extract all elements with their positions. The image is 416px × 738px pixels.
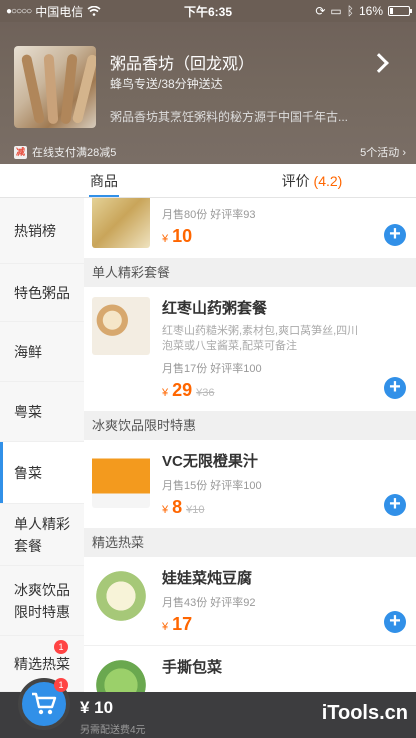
discount-icon: 减 — [14, 145, 27, 159]
food-price: 10 — [172, 226, 193, 246]
add-to-cart-button[interactable]: + — [384, 377, 406, 399]
battery-percent: 16% — [358, 4, 383, 18]
cart-bar[interactable]: 1 ¥ 10 另需配送费4元 iTools.cn — [0, 678, 416, 738]
activities-link[interactable]: 5个活动 › — [360, 144, 406, 160]
tab-goods[interactable]: 商品 — [0, 164, 208, 197]
shop-description: 粥品香坊其烹饪粥料的秘方源于中国千年古... — [110, 110, 349, 124]
signal-icon: ●○○○○ — [6, 5, 32, 17]
status-time: 下午6:35 — [183, 4, 233, 19]
food-item: VC无限橙果汁 月售15份 好评率100 ¥8 ¥10 + — [84, 440, 416, 529]
tab-ratings[interactable]: 评价 (4.2) — [208, 164, 416, 197]
food-sales: 月售43份 好评率92 — [162, 597, 256, 609]
sidebar-item-hot[interactable]: 热销榜 — [0, 198, 84, 264]
food-name: VC无限橙果汁 — [162, 453, 258, 470]
cart-total: ¥ 10 — [80, 698, 114, 717]
food-item-partial: 月售80份 好评率93 ¥10 + — [84, 198, 416, 259]
currency-symbol: ¥ — [162, 233, 169, 245]
currency-symbol: ¥ — [162, 387, 169, 399]
food-name: 手撕包菜 — [162, 659, 223, 676]
cart-button[interactable]: 1 — [18, 678, 70, 730]
shopping-cart-icon — [32, 692, 57, 715]
shop-header[interactable]: 粥品香坊（回龙观） 蜂鸟专送/38分钟送达 粥品香坊其烹饪粥料的秘方源于中国千年… — [0, 22, 416, 164]
food-image — [92, 567, 150, 625]
food-image — [92, 450, 150, 508]
food-list[interactable]: 月售80份 好评率93 ¥10 + 单人精彩套餐 红枣山药粥套餐 红枣山药糙米粥… — [84, 198, 416, 692]
status-bar: ●○○○○ 中国电信 下午6:35 ⟳ ▭ ᛒ 16% — [0, 0, 416, 22]
food-item: 娃娃菜炖豆腐 月售43份 好评率92 ¥17 + — [84, 557, 416, 646]
sidebar-item-label: 单人精彩套餐 — [14, 515, 70, 554]
tab-goods-label: 商品 — [90, 173, 118, 189]
sidebar-item-label: 粤菜 — [14, 403, 42, 420]
food-image — [92, 198, 150, 248]
shop-name: 粥品香坊（回龙观） — [110, 56, 255, 73]
sidebar-item-label: 冰爽饮品限时特惠 — [14, 581, 70, 620]
delivery-info: 蜂鸟专送/38分钟送达 — [110, 77, 223, 91]
food-image — [92, 656, 150, 692]
promo-text: 在线支付满28减5 — [32, 147, 117, 159]
food-sales: 月售17份 好评率100 — [162, 363, 262, 375]
food-price: 8 — [172, 497, 183, 517]
currency-symbol: ¥ — [162, 504, 169, 516]
category-sidebar: 热销榜 特色粥品 海鲜 粤菜 鲁菜 单人精彩套餐 冰爽饮品限时特惠 精选热菜 1 — [0, 198, 84, 692]
bluetooth-icon: ᛒ — [346, 4, 354, 18]
sidebar-item-porridge[interactable]: 特色粥品 — [0, 264, 84, 322]
battery-icon — [388, 6, 412, 16]
food-description: 红枣山药糙米粥,素材包,爽口莴笋丝,四川泡菜或八宝酱菜,配菜可备注 — [162, 325, 359, 352]
promo-row: 减 在线支付满28减5 — [14, 144, 116, 160]
currency-symbol: ¥ — [162, 621, 169, 633]
food-item: 红枣山药粥套餐 红枣山药糙米粥,素材包,爽口莴笋丝,四川泡菜或八宝酱菜,配菜可备… — [84, 287, 416, 412]
cart-count-badge: 1 — [54, 678, 68, 692]
carrier-label: 中国电信 — [35, 4, 84, 19]
delivery-fee: 另需配送费4元 — [80, 725, 146, 736]
sidebar-item-label: 热销榜 — [14, 222, 56, 239]
chevron-right-icon[interactable] — [369, 53, 389, 73]
food-price: 29 — [172, 380, 193, 400]
add-to-cart-button[interactable]: + — [384, 224, 406, 246]
watermark: iTools.cn — [321, 702, 408, 724]
food-sales: 月售15份 好评率100 — [162, 480, 262, 492]
sidebar-item-drinks[interactable]: 冰爽饮品限时特惠 — [0, 566, 84, 636]
food-old-price: ¥10 — [186, 504, 205, 516]
tab-bar: 商品 评价 (4.2) — [0, 164, 416, 198]
food-item: 手撕包菜 ¥16 — [84, 646, 416, 692]
sidebar-item-label: 特色粥品 — [14, 284, 70, 301]
food-price: 17 — [172, 614, 193, 634]
category-title: 冰爽饮品限时特惠 — [84, 412, 416, 440]
food-name: 娃娃菜炖豆腐 — [162, 570, 253, 587]
food-name: 红枣山药粥套餐 — [162, 300, 268, 317]
sidebar-item-label: 鲁菜 — [14, 464, 42, 481]
food-old-price: ¥36 — [196, 387, 215, 399]
screen-mirror-icon: ▭ — [330, 4, 342, 18]
add-to-cart-button[interactable]: + — [384, 494, 406, 516]
food-image — [92, 297, 150, 355]
category-title: 精选热菜 — [84, 529, 416, 557]
sidebar-item-label: 精选热菜 — [14, 655, 70, 672]
food-sales: 月售80份 好评率93 — [162, 209, 256, 221]
shop-logo — [14, 46, 96, 128]
sidebar-item-single-combo[interactable]: 单人精彩套餐 — [0, 504, 84, 566]
rating-score: (4.2) — [313, 173, 343, 189]
tab-ratings-label: 评价 — [281, 173, 310, 189]
sidebar-item-shandong[interactable]: 鲁菜 — [0, 442, 84, 504]
sidebar-item-seafood[interactable]: 海鲜 — [0, 322, 84, 382]
category-title: 单人精彩套餐 — [84, 259, 416, 287]
add-to-cart-button[interactable]: + — [384, 611, 406, 633]
orientation-lock-icon: ⟳ — [315, 4, 326, 18]
sidebar-item-label: 海鲜 — [14, 343, 42, 360]
sidebar-count-badge: 1 — [54, 640, 68, 654]
sidebar-item-cantonese[interactable]: 粤菜 — [0, 382, 84, 442]
wifi-icon — [87, 6, 101, 16]
